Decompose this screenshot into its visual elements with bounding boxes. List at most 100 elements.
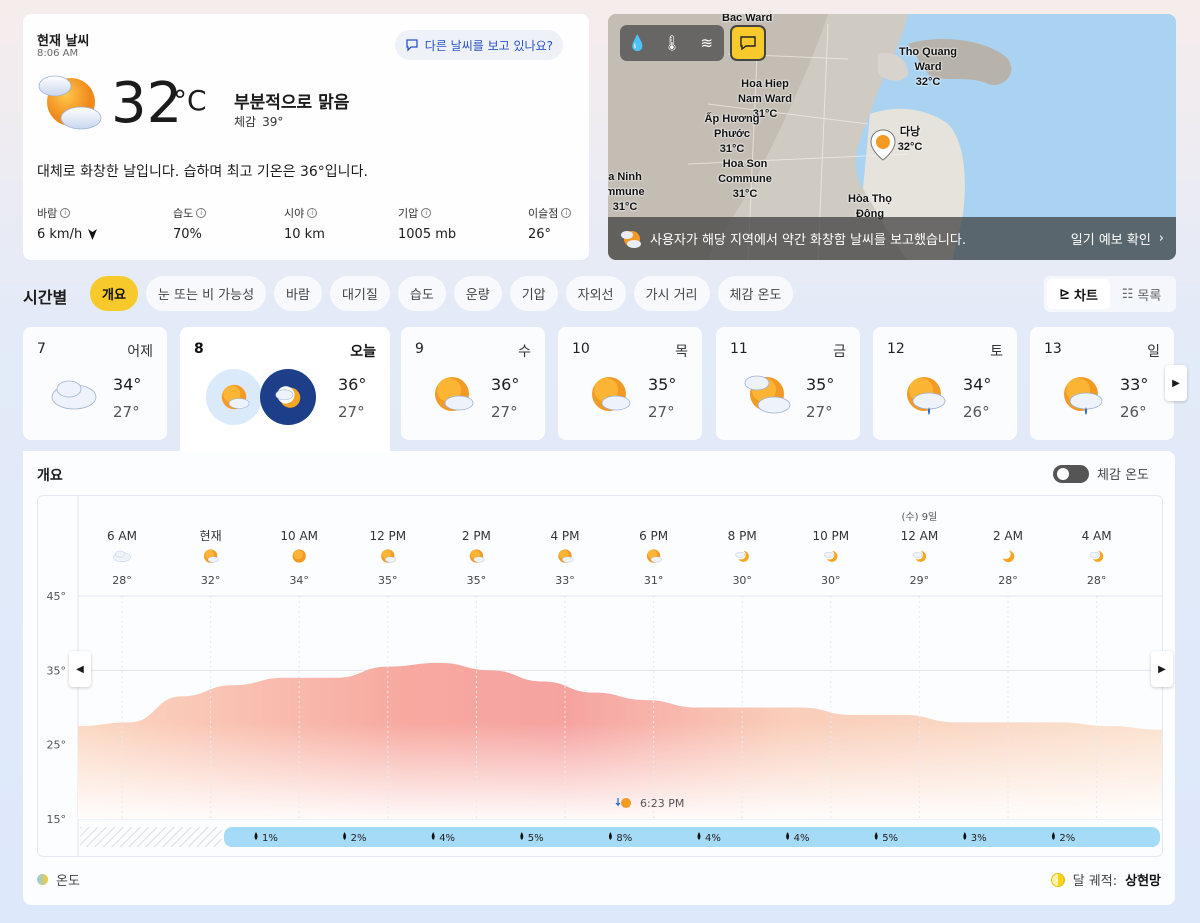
hourly-section-title: 시간별: [23, 288, 68, 307]
day-boundary-label: (수) 9일: [902, 511, 938, 523]
report-weather-button[interactable]: 다른 날씨를 보고 있나요?: [394, 30, 563, 60]
day-card[interactable]: 12 토 34° 26°: [873, 327, 1017, 440]
list-icon: ☷: [1121, 286, 1134, 302]
hour-label: 4 AM: [1082, 529, 1112, 543]
day-high: 34°: [963, 375, 992, 394]
view-list-button[interactable]: ☷ 목록: [1110, 279, 1173, 309]
precipitation-layer-icon[interactable]: 💧: [623, 34, 651, 52]
temperature-unit-toggle[interactable]: °C: [173, 84, 207, 117]
hour-label: 10 AM: [280, 529, 318, 543]
metric-tab[interactable]: 바람: [274, 276, 322, 311]
current-weather-title: 현재 날씨: [37, 34, 90, 49]
metric-tab[interactable]: 습도: [397, 276, 446, 311]
stat-visibility[interactable]: 시야 i 10 km: [284, 205, 325, 242]
metric-tab[interactable]: 체감 온도: [717, 276, 794, 311]
chart-prev-button[interactable]: ◀: [69, 651, 91, 687]
day-name: 토: [990, 344, 1003, 360]
day-number: 7: [37, 341, 46, 357]
feels-like-value: 39°: [262, 115, 284, 129]
map-place[interactable]: a Ninh mmune 31°C: [608, 169, 646, 214]
hour-temp: 35°: [467, 574, 487, 587]
feels-like-toggle[interactable]: 체감 온도: [1053, 464, 1149, 483]
stat-label: 시야: [284, 207, 305, 220]
precip-value: 8%: [616, 833, 632, 844]
chat-bubble-icon: [406, 39, 418, 52]
chart-next-button[interactable]: ▶: [1151, 651, 1173, 687]
weather-stats: 바람 i 6 km/h 습도 i 70% 시야 i 10 km 기압 i 1005 mb…: [37, 205, 577, 245]
metric-tab[interactable]: 운량: [453, 276, 502, 311]
chat-bubble-icon: [740, 36, 756, 51]
info-icon[interactable]: i: [421, 208, 432, 218]
day-high: 35°: [648, 375, 677, 394]
stat-pressure[interactable]: 기압 i 1005 mb: [398, 205, 456, 242]
info-icon[interactable]: i: [60, 208, 71, 218]
metric-tab[interactable]: 자외선: [565, 276, 626, 311]
hour-temp: 32°: [201, 574, 221, 587]
mostly-cloudy-icon: [744, 375, 791, 414]
rain-showers-icon: [1064, 377, 1103, 415]
stat-wind[interactable]: 바람 i 6 km/h: [37, 205, 98, 242]
forecast-link[interactable]: 일기 예보 확인 ›: [1071, 229, 1164, 248]
current-condition: 부분적으로 맑음: [234, 93, 350, 113]
map-report-footer[interactable]: 사용자가 해당 지역에서 약간 화창함 날씨를 보고했습니다. 일기 예보 확인…: [608, 217, 1176, 260]
day-card[interactable]: 11 금 35° 27°: [716, 327, 860, 440]
toggle-switch[interactable]: [1053, 464, 1090, 483]
precip-value: 3%: [971, 833, 987, 844]
legend-label: 온도: [56, 874, 80, 889]
user-reports-button[interactable]: [730, 25, 766, 61]
hour-label: 12 AM: [901, 529, 939, 543]
night-period-button[interactable]: [260, 369, 316, 425]
day-card[interactable]: 10 목 35° 27°: [558, 327, 702, 440]
day-name: 어제: [127, 344, 153, 360]
arrow-left-icon: ◀: [76, 663, 84, 675]
day-card[interactable]: 13 일 33° 26°: [1030, 327, 1174, 440]
partly-sunny-icon: [203, 549, 219, 563]
hourly-chart[interactable]: 15° 25° 35° 45° 6 AM 28° 현재 32° 10 AM 34° 12 PM 35°…: [37, 495, 1163, 857]
hour-label: 8 PM: [728, 529, 757, 543]
chevron-right-icon: ›: [1158, 231, 1164, 246]
day-high: 36°: [338, 375, 367, 394]
hour-label: 6 PM: [639, 529, 668, 543]
metric-tab[interactable]: 가시 거리: [633, 276, 710, 311]
moon-phase-value: 상현망: [1125, 874, 1161, 889]
stat-dew-point[interactable]: 이슬점 i 26°: [528, 205, 572, 242]
map-place[interactable]: Ấp Hương Phước 31°C: [700, 111, 764, 156]
wind-layer-icon[interactable]: ≋: [693, 34, 721, 52]
hour-temp: 33°: [555, 574, 575, 587]
arrow-right-icon: ▶: [1158, 663, 1166, 675]
hour-temp: 28°: [1087, 574, 1107, 587]
day-low: 27°: [648, 403, 675, 421]
map-place[interactable]: Hoa Son Commune 31°C: [710, 156, 780, 201]
metric-tab[interactable]: 눈 또는 비 가능성: [145, 276, 267, 311]
precip-value: 5%: [882, 833, 898, 844]
map-place-selected[interactable]: 다낭 32°C: [890, 124, 930, 154]
metric-tab[interactable]: 개요: [90, 276, 138, 311]
info-icon[interactable]: i: [561, 208, 572, 218]
stat-label: 바람: [37, 207, 58, 220]
partly-sunny-icon: [221, 384, 250, 410]
day-period-button[interactable]: [206, 369, 262, 425]
stat-humidity[interactable]: 습도 i 70%: [173, 205, 207, 242]
info-icon[interactable]: i: [196, 208, 207, 218]
stat-value: 6 km/h: [37, 227, 83, 242]
partly-sunny-icon: [381, 549, 397, 563]
metric-tab[interactable]: 대기질: [329, 276, 390, 311]
partly-sunny-icon: [646, 549, 662, 563]
days-next-button[interactable]: ▶: [1165, 365, 1187, 401]
day-name: 금: [833, 344, 846, 360]
moon-label: 달 궤적:: [1072, 874, 1118, 889]
temperature-layer-icon[interactable]: 🌡: [658, 34, 686, 52]
day-card[interactable]: 8 오늘 36° 27°: [180, 327, 390, 451]
view-chart-button[interactable]: ⊵ 차트: [1047, 279, 1110, 309]
map-place[interactable]: Tho Quang Ward 32°C: [896, 44, 960, 89]
weather-map[interactable]: 💧 🌡 ≋ Bac Ward Tho Quang Ward 32°C Hoa Hi…: [608, 14, 1176, 260]
map-layer-toolbar: 💧 🌡 ≋: [620, 25, 724, 61]
day-card[interactable]: 9 수 36° 27°: [401, 327, 545, 440]
day-card[interactable]: 7 어제 34° 27°: [23, 327, 167, 440]
current-temperature: 32: [111, 71, 183, 136]
current-weather-card: 현재 날씨 8:06 AM 다른 날씨를 보고 있나요? 32 °C 부분적으로…: [23, 14, 589, 260]
metric-tab[interactable]: 기압: [509, 276, 558, 311]
info-icon[interactable]: i: [307, 208, 318, 218]
partly-cloudy-night-icon: [735, 550, 749, 562]
map-place[interactable]: Bac Ward: [722, 14, 772, 25]
